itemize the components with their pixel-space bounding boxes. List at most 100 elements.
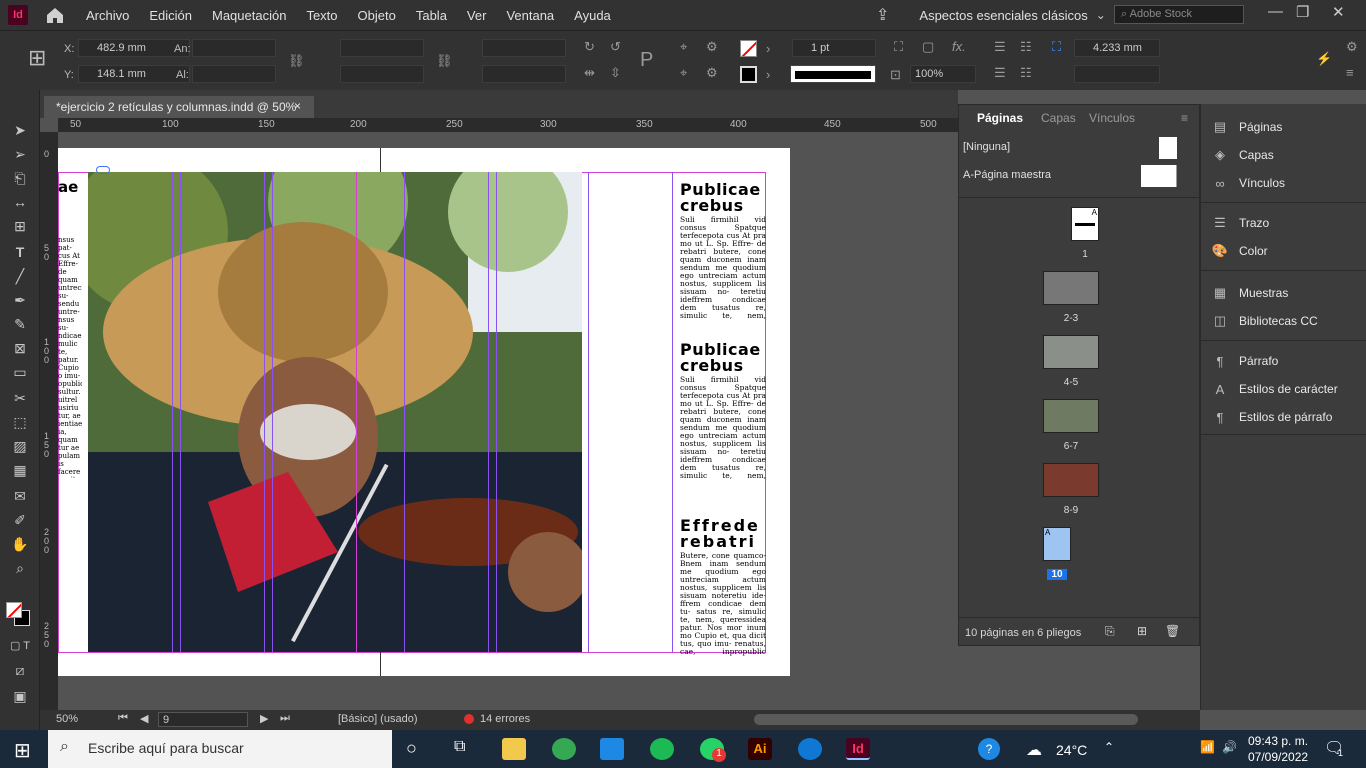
pencil-tool-icon[interactable]: ✎ <box>10 314 30 334</box>
fill-menu-chevron-icon[interactable]: › <box>766 41 770 56</box>
select-prev-icon[interactable]: ⌖ <box>680 65 687 81</box>
distribute-h-icon[interactable]: ☷ <box>1020 65 1032 81</box>
next-page-icon[interactable]: ▶ <box>260 712 268 725</box>
page-thumb-8-9[interactable] <box>1043 463 1099 497</box>
select-container-icon[interactable]: ⌖ <box>680 39 687 55</box>
opacity-icon[interactable]: ⊡ <box>890 67 901 83</box>
file-explorer-icon[interactable] <box>502 738 526 760</box>
scissors-tool-icon[interactable]: ✂ <box>10 388 30 408</box>
y-field[interactable]: 148.1 mm <box>78 65 190 83</box>
page-tool-icon[interactable]: ⎗ <box>10 168 30 188</box>
last-page-icon[interactable]: ⏭ <box>280 712 290 725</box>
page-thumb-10[interactable]: A <box>1043 527 1071 561</box>
select-next-icon[interactable]: ⚙ <box>706 65 718 81</box>
document-canvas[interactable]: ae nsus pat- cus At Effre- de quam untre… <box>58 132 958 710</box>
type-tool-icon[interactable]: T <box>10 242 30 262</box>
menu-tabla[interactable]: Tabla <box>416 8 447 23</box>
rotate-ccw-icon[interactable]: ↺ <box>610 39 621 55</box>
scale-x-field[interactable] <box>340 39 424 57</box>
flip-v-icon[interactable]: ⇳ <box>610 65 621 81</box>
spread-page[interactable]: ae nsus pat- cus At Effre- de quam untre… <box>58 148 790 676</box>
flip-h-icon[interactable]: ⇹ <box>584 65 595 81</box>
minimize-icon[interactable]: — <box>1268 3 1283 20</box>
content-collector-icon[interactable]: ⊞ <box>10 216 30 236</box>
tab-vinculos[interactable]: Vínculos <box>1089 111 1135 125</box>
line-tool-icon[interactable]: ╱ <box>10 266 30 286</box>
gradient-feather-icon[interactable]: ▦ <box>10 460 30 480</box>
align-center-icon[interactable]: ☷ <box>1020 39 1032 55</box>
rotate-cw-icon[interactable]: ↻ <box>584 39 595 55</box>
pen-tool-icon[interactable]: ✒ <box>10 290 30 310</box>
panel-estilos-parrafo[interactable]: ¶ Estilos de párrafo <box>1211 406 1333 428</box>
text-frame[interactable]: Publicae crebus Suli firmihil vid consus… <box>680 182 766 321</box>
clock-time[interactable]: 09:43 p. m. <box>1248 734 1308 748</box>
selection-tool-icon[interactable]: ➤ <box>10 120 30 140</box>
screen-mode-icon[interactable]: ▣ <box>10 686 30 706</box>
text-frame[interactable]: Effrede rebatri Butere, cone quamco- Bne… <box>680 518 766 657</box>
fill-stroke-swatch[interactable] <box>6 602 32 628</box>
chevron-down-icon[interactable]: ⌄ <box>1096 8 1106 22</box>
delete-page-icon[interactable]: 🗑 <box>1165 624 1180 638</box>
reference-point-icon[interactable]: ⊞ <box>28 45 46 71</box>
help-icon[interactable]: ? <box>978 738 1000 760</box>
hamburger-icon[interactable]: ≡ <box>1346 65 1354 80</box>
frame-tool-icon[interactable]: ⊠ <box>10 338 30 358</box>
whatsapp-icon[interactable]: 1 <box>700 738 726 762</box>
gradient-tool-icon[interactable]: ▨ <box>10 436 30 456</box>
illustrator-icon[interactable]: Ai <box>748 738 772 760</box>
align-left-icon[interactable]: ☰ <box>994 39 1006 55</box>
home-icon[interactable] <box>44 5 66 25</box>
panel-muestras[interactable]: ▦ Muestras <box>1211 282 1289 304</box>
text-frame[interactable]: Publicae crebus Suli firmihil vid consus… <box>680 342 766 481</box>
volume-icon[interactable]: 🔊 <box>1222 740 1237 754</box>
panel-parrafo[interactable]: ¶ Párrafo <box>1211 350 1279 372</box>
panel-capas[interactable]: ◈ Capas <box>1211 144 1274 166</box>
task-view-icon[interactable]: ⧉ <box>454 738 465 756</box>
network-icon[interactable]: 📶 <box>1200 740 1215 754</box>
gear-icon[interactable]: ⚙ <box>1346 39 1358 55</box>
weather-icon[interactable]: ☁ <box>1026 740 1042 760</box>
tray-chevron-icon[interactable]: ⌃ <box>1104 740 1114 754</box>
page-size-icon[interactable]: ⎘ <box>1105 624 1115 639</box>
indesign-icon[interactable]: Id <box>846 738 870 760</box>
menu-objeto[interactable]: Objeto <box>358 8 396 23</box>
effects-icon[interactable]: fx. <box>952 39 966 54</box>
spacing-field[interactable]: 4.233 mm <box>1074 39 1160 57</box>
scale-y-field[interactable] <box>340 65 424 83</box>
page-thumb-6-7[interactable] <box>1043 399 1099 433</box>
share-icon[interactable]: ⇪ <box>876 5 889 25</box>
edge-icon[interactable] <box>798 738 822 760</box>
spotify-icon[interactable] <box>650 738 674 760</box>
panel-bibliotecas[interactable]: ◫ Bibliotecas CC <box>1211 310 1318 332</box>
menu-edicion[interactable]: Edición <box>149 8 192 23</box>
vertical-ruler[interactable]: 0 5 0 1 0 0 1 5 0 2 0 0 2 5 0 <box>40 132 58 710</box>
clock-date[interactable]: 07/09/2022 <box>1248 750 1308 764</box>
menu-maquetacion[interactable]: Maquetación <box>212 8 286 23</box>
link-icon[interactable]: ⛓ <box>436 53 453 69</box>
frame-fill-icon[interactable]: ▢ <box>922 39 934 55</box>
horizontal-ruler[interactable]: 50 100 150 200 250 300 350 400 450 500 <box>58 118 958 132</box>
rectangle-tool-icon[interactable]: ▭ <box>10 362 30 382</box>
master-a[interactable]: A-Página maestra <box>959 161 1201 189</box>
taskbar-search[interactable]: ⌕ Escribe aquí para buscar <box>48 730 392 768</box>
restore-icon[interactable]: ❐ <box>1296 3 1309 21</box>
panel-color[interactable]: 🎨 Color <box>1211 240 1268 262</box>
panel-estilos-caracter[interactable]: A Estilos de carácter <box>1211 378 1338 400</box>
close-icon[interactable]: ✕ <box>1332 3 1345 21</box>
note-tool-icon[interactable]: ✉ <box>10 486 30 506</box>
master-none[interactable]: [Ninguna] <box>959 133 1201 161</box>
stroke-type-select[interactable] <box>790 65 876 83</box>
prev-page-icon[interactable]: ◀ <box>140 712 148 725</box>
zoom-select[interactable]: 50% <box>56 713 78 725</box>
panel-trazo[interactable]: ☰ Trazo <box>1211 212 1269 234</box>
page-number-field[interactable]: 9 <box>158 712 248 727</box>
page-thumb-4-5[interactable] <box>1043 335 1099 369</box>
hand-tool-icon[interactable]: ✋ <box>10 534 30 554</box>
zoom-tool-icon[interactable]: ⌕ <box>10 558 30 578</box>
eyedropper-tool-icon[interactable]: ✐ <box>10 510 30 530</box>
constrain-icon[interactable]: ⛓ <box>288 53 305 69</box>
select-content-icon[interactable]: ⚙ <box>706 39 718 55</box>
rotation-field[interactable] <box>482 39 566 57</box>
close-tab-icon[interactable]: × <box>294 99 301 113</box>
direct-selection-tool-icon[interactable]: ➢ <box>10 144 30 164</box>
